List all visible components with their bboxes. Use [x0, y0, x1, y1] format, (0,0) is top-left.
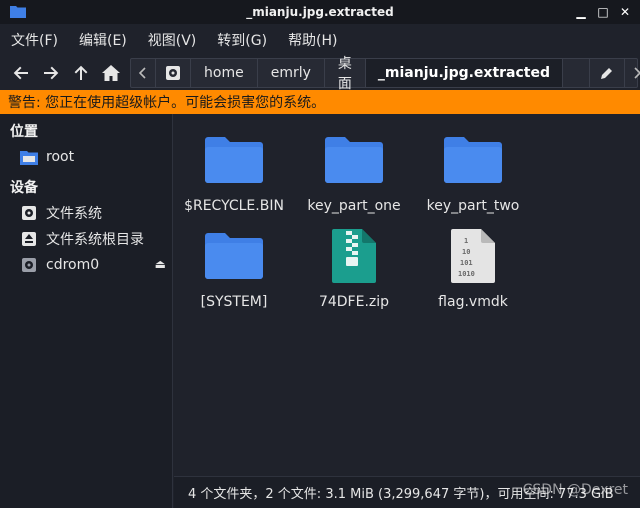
path-crumb-desktop[interactable]: 桌面 [325, 56, 366, 92]
sidebar-item-cdrom0[interactable]: cdrom0 ⏏ [0, 252, 172, 278]
folder-icon [10, 6, 26, 18]
up-button[interactable] [66, 58, 96, 88]
file-name: flag.vmdk [438, 294, 508, 310]
sidebar-item-root[interactable]: root [0, 144, 172, 170]
file-item-recycle-bin[interactable]: $RECYCLE.BIN [174, 130, 294, 214]
sidebar-item-label: 文件系统根目录 [46, 232, 144, 248]
toolbar: home emrly 桌面 _mianju.jpg.extracted [0, 56, 640, 92]
zip-archive-icon [324, 226, 384, 286]
back-button[interactable] [6, 58, 36, 88]
file-item-vmdk[interactable]: 1 10 101 1010 flag.vmdk [413, 226, 533, 310]
minimize-icon[interactable]: ▁ [572, 3, 590, 21]
sidebar-item-filesystem[interactable]: 文件系统 [0, 200, 172, 226]
svg-text:10: 10 [462, 248, 470, 256]
file-name: 74DFE.zip [318, 294, 390, 310]
sidebar: 位置 root 设备 文件系统 文件系统根目录 cdrom0 ⏏ [0, 114, 173, 508]
path-crumb-home[interactable]: home [191, 59, 258, 87]
path-root-button[interactable] [156, 59, 191, 87]
arrow-up-icon [74, 65, 88, 80]
close-icon[interactable]: ✕ [616, 3, 634, 21]
root-warning-banner: 警告: 您正在使用超级帐户。可能会损害您的系统。 [0, 90, 640, 114]
folder-icon [204, 130, 264, 190]
file-item-key-part-one[interactable]: key_part_one [294, 130, 414, 214]
sidebar-item-label: cdrom0 [46, 257, 100, 273]
file-name: $RECYCLE.BIN [184, 198, 284, 214]
sidebar-item-filesystem-root[interactable]: 文件系统根目录 [0, 226, 172, 252]
chevron-right-icon [634, 67, 640, 79]
file-item-system[interactable]: [SYSTEM] [174, 226, 294, 310]
file-name: [SYSTEM] [200, 294, 268, 310]
menu-help[interactable]: 帮助(H) [285, 30, 340, 50]
watermark: CSDN @Dexret [522, 482, 628, 498]
folder-icon [443, 130, 503, 190]
folder-icon [324, 130, 384, 190]
menu-go[interactable]: 转到(G) [214, 30, 270, 50]
disk-icon [166, 66, 180, 80]
home-button[interactable] [96, 58, 126, 88]
arrow-left-icon [13, 66, 28, 80]
title-bar: _mianju.jpg.extracted ▁ □ ✕ [0, 0, 640, 24]
menu-file[interactable]: 文件(F) [8, 30, 61, 50]
path-bar: home emrly 桌面 _mianju.jpg.extracted [130, 56, 640, 92]
sidebar-header-devices: 设备 [10, 180, 38, 196]
path-scroll-left[interactable] [131, 59, 156, 87]
folder-icon [20, 148, 38, 166]
svg-text:1: 1 [464, 237, 468, 245]
menu-view[interactable]: 视图(V) [145, 30, 200, 50]
file-view: $RECYCLE.BIN key_part_one key_part_two [… [174, 114, 640, 476]
svg-text:1010: 1010 [458, 270, 475, 278]
file-item-zip[interactable]: 74DFE.zip [294, 226, 414, 310]
menu-bar: 文件(F) 编辑(E) 视图(V) 转到(G) 帮助(H) [0, 24, 640, 56]
path-crumb-emrly[interactable]: emrly [258, 59, 325, 87]
home-icon [102, 65, 120, 81]
cdrom-icon [20, 256, 38, 274]
file-name: key_part_one [307, 198, 401, 214]
window-title: _mianju.jpg.extracted [246, 5, 394, 19]
path-spacer [563, 59, 591, 87]
arrow-right-icon [44, 66, 59, 80]
sidebar-item-label: 文件系统 [46, 206, 102, 222]
chevron-left-icon [139, 67, 146, 79]
path-scroll-right[interactable] [625, 59, 640, 87]
maximize-icon[interactable]: □ [594, 3, 612, 21]
file-name: key_part_two [426, 198, 520, 214]
disk-icon [20, 204, 38, 222]
edit-path-button[interactable] [590, 59, 626, 87]
sidebar-item-label: root [46, 149, 75, 165]
root-disk-icon [20, 230, 38, 248]
svg-text:101: 101 [460, 259, 473, 267]
menu-edit[interactable]: 编辑(E) [76, 30, 130, 50]
folder-icon [204, 226, 264, 286]
binary-file-icon: 1 10 101 1010 [443, 226, 503, 286]
sidebar-header-places: 位置 [10, 124, 38, 140]
path-crumb-current[interactable]: _mianju.jpg.extracted [365, 59, 564, 87]
file-item-key-part-two[interactable]: key_part_two [413, 130, 533, 214]
pencil-icon [601, 68, 613, 79]
forward-button[interactable] [36, 58, 66, 88]
eject-icon[interactable]: ⏏ [155, 257, 166, 271]
